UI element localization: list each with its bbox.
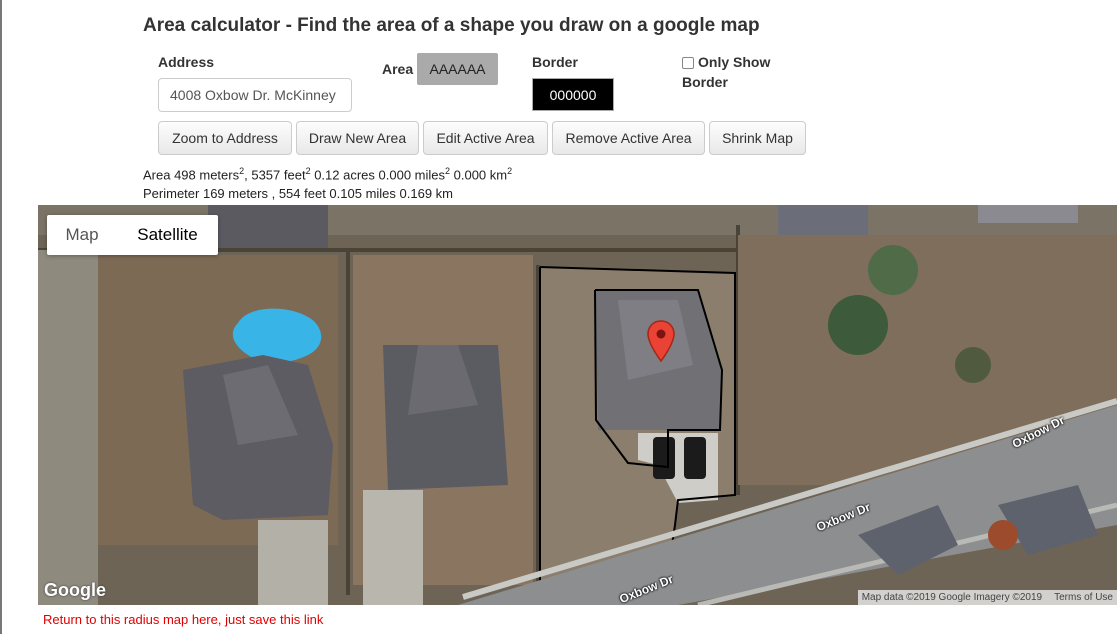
perimeter-stats: Perimeter 169 meters , 554 feet 0.105 mi…	[143, 186, 453, 201]
page-title: Area calculator - Find the area of a sha…	[143, 15, 760, 36]
google-logo: Google	[44, 580, 106, 600]
map-pin-icon[interactable]	[646, 319, 676, 363]
map-tab-button[interactable]: Map	[47, 215, 117, 255]
map-type-control: Map Satellite	[47, 215, 218, 255]
draw-new-area-button[interactable]: Draw New Area	[296, 121, 419, 155]
remove-active-area-button[interactable]: Remove Active Area	[552, 121, 705, 155]
only-show-label: Only Show	[698, 54, 771, 70]
return-link[interactable]: Return to this radius map here, just sav…	[43, 612, 323, 627]
satellite-tab-button[interactable]: Satellite	[117, 215, 218, 255]
border-label-2: Border	[682, 74, 728, 90]
area-stats: Area 498 meters2, 5357 feet2 0.12 acres …	[143, 166, 513, 183]
terms-of-use-link[interactable]: Terms of Use	[1054, 590, 1113, 605]
border-label: Border	[532, 54, 578, 70]
only-show-border-checkbox[interactable]	[682, 57, 694, 69]
area-label: Area	[382, 61, 414, 77]
left-border	[0, 0, 2, 634]
zoom-to-address-button[interactable]: Zoom to Address	[158, 121, 292, 155]
map-attribution: Map data ©2019 Google Imagery ©2019 Term…	[857, 590, 1117, 605]
satellite-map[interactable]: Map Satellite Oxbow Dr Oxbow Dr Oxbow Dr…	[38, 205, 1117, 605]
shrink-map-button[interactable]: Shrink Map	[709, 121, 806, 155]
edit-active-area-button[interactable]: Edit Active Area	[423, 121, 548, 155]
area-color-picker[interactable]: AAAAAA	[417, 53, 498, 85]
satellite-imagery	[38, 205, 1117, 605]
address-input[interactable]	[158, 78, 352, 112]
attribution-text: Map data ©2019 Google Imagery ©2019	[861, 592, 1043, 603]
border-color-picker[interactable]: 000000	[532, 78, 614, 111]
address-label: Address	[158, 54, 215, 70]
